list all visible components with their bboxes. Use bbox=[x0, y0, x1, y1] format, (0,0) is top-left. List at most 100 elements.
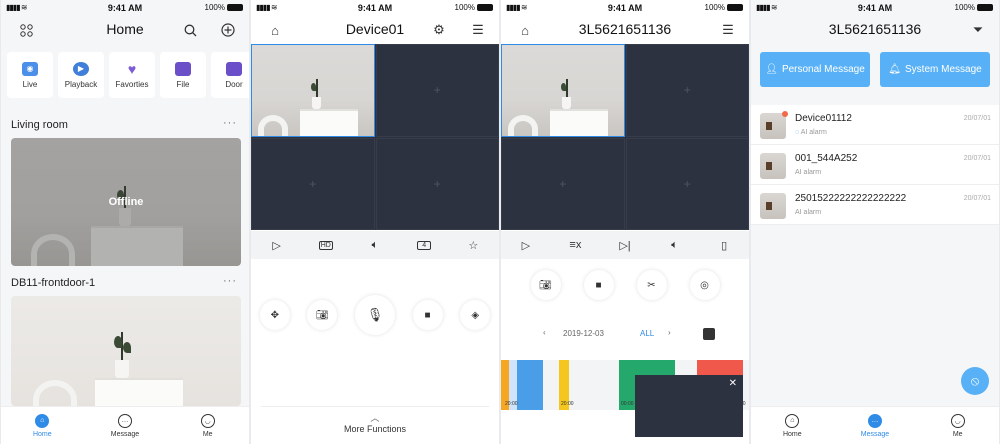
system-message-button[interactable]: 🔔︎ System Message bbox=[880, 52, 990, 87]
video-cell-active[interactable] bbox=[251, 44, 375, 137]
tab-me[interactable]: ◡ Me bbox=[166, 407, 249, 444]
quick-file[interactable]: File bbox=[160, 52, 206, 98]
video-cell-empty[interactable]: + bbox=[625, 137, 749, 230]
volume-icon[interactable]: 🔈︎ bbox=[666, 239, 684, 252]
folder-icon bbox=[175, 61, 191, 76]
message-icon: … bbox=[118, 413, 132, 428]
list-item[interactable]: 25015222222222222222 AI alarm 20/07/01 bbox=[751, 185, 999, 225]
date-label[interactable]: 2019-12-03 bbox=[563, 329, 604, 338]
speed-icon[interactable]: ≡x bbox=[566, 239, 584, 251]
group-title: Living room bbox=[11, 119, 68, 131]
more-options-icon[interactable]: ··· bbox=[223, 275, 237, 287]
split-screen-toggle[interactable]: 4 bbox=[417, 240, 432, 250]
device-list-icon[interactable]: ☰ bbox=[470, 22, 486, 38]
live-view-screen: ▮▮▮▮ ≋ 9:41 AM 100% ⌂ Device01 ⚙ ☰ + + +… bbox=[251, 0, 499, 444]
next-date-icon[interactable]: › bbox=[668, 328, 671, 337]
microphone-icon[interactable]: 🎙︎ bbox=[354, 295, 395, 335]
more-functions-button[interactable]: ︿ More Functions bbox=[261, 406, 489, 444]
play-icon[interactable]: ▷ bbox=[268, 239, 286, 252]
prev-date-icon[interactable]: ‹ bbox=[543, 328, 546, 337]
playback-icon: ▶ bbox=[73, 61, 89, 76]
tab-label: Home bbox=[32, 430, 52, 438]
quick-door[interactable]: Door bbox=[211, 52, 249, 98]
quick-playback[interactable]: ▶ Playback bbox=[58, 52, 104, 98]
landscape-icon[interactable]: ▯ bbox=[715, 239, 733, 252]
quick-favorites[interactable]: ♥ Favorties bbox=[109, 52, 155, 98]
time-label: 00:00 bbox=[621, 401, 634, 407]
camera-card[interactable] bbox=[11, 296, 241, 406]
message-thumbnail bbox=[760, 113, 786, 139]
favorite-star-icon[interactable]: ☆ bbox=[464, 239, 482, 252]
add-channel-icon: + bbox=[433, 176, 441, 191]
page-title: 3L5621651136 bbox=[828, 21, 922, 37]
offline-label: Offline bbox=[108, 196, 144, 208]
add-channel-icon: + bbox=[559, 176, 567, 191]
record-video-icon[interactable]: ■ bbox=[583, 270, 614, 300]
page-title: Home bbox=[106, 21, 144, 37]
video-cell-empty[interactable]: + bbox=[251, 137, 375, 230]
quick-label: Favorties bbox=[115, 79, 149, 89]
add-icon[interactable] bbox=[220, 22, 236, 38]
tab-me[interactable]: ◡ Me bbox=[916, 407, 999, 444]
device-list-icon[interactable]: ☰ bbox=[720, 22, 736, 38]
function-row: 📷︎ ■ ✂ ◎ bbox=[501, 270, 749, 300]
more-options-icon[interactable]: ··· bbox=[223, 117, 237, 129]
quick-label: File bbox=[176, 79, 190, 89]
filter-all[interactable]: ALL bbox=[640, 329, 654, 338]
close-icon[interactable]: ✕ bbox=[729, 378, 737, 389]
video-cell-empty[interactable]: + bbox=[625, 44, 749, 137]
battery-text: 100% bbox=[454, 3, 475, 12]
mute-alarm-button[interactable]: ⦸ bbox=[961, 367, 989, 395]
home-icon: ⌂ bbox=[35, 413, 50, 428]
step-forward-icon[interactable]: ▷| bbox=[616, 239, 634, 252]
fisheye-icon[interactable]: ◎ bbox=[689, 270, 720, 300]
playback-screen: ▮▮▮▮ ≋ 9:41 AM 100% ⌂ 3L5621651136 ☰ + +… bbox=[501, 0, 749, 444]
camera-card-offline[interactable]: Offline bbox=[11, 138, 241, 266]
video-cell-empty[interactable]: + bbox=[501, 137, 625, 230]
hd-toggle[interactable]: HD bbox=[318, 240, 333, 250]
message-device: Device01112 bbox=[795, 113, 852, 124]
message-device: 001_544A252 bbox=[795, 153, 858, 164]
ptz-icon[interactable]: ✥ bbox=[259, 300, 290, 330]
fisheye-icon[interactable]: ◈ bbox=[460, 300, 491, 330]
tab-message[interactable]: … Message bbox=[834, 407, 917, 444]
calendar-icon[interactable] bbox=[703, 328, 715, 340]
snapshot-icon[interactable]: 📷︎ bbox=[307, 300, 338, 330]
clip-scissors-icon[interactable]: ✂ bbox=[636, 270, 667, 300]
filter-icon[interactable]: ⏷ bbox=[970, 22, 986, 38]
settings-icon[interactable]: ⚙ bbox=[431, 22, 447, 38]
message-date: 20/07/01 bbox=[963, 155, 991, 162]
bottom-tab-bar: ⌂ Home … Message ◡ Me bbox=[751, 406, 999, 444]
tab-home[interactable]: ⌂ Home bbox=[751, 407, 834, 444]
floating-video-window[interactable]: ✕ bbox=[635, 375, 743, 437]
list-item[interactable]: Device01112 ◌ AI alarm 20/07/01 bbox=[751, 105, 999, 145]
message-date: 20/07/01 bbox=[963, 195, 991, 202]
personal-message-button[interactable]: 👤︎ Personal Message bbox=[760, 52, 870, 87]
message-type-buttons: 👤︎ Personal Message 🔔︎ System Message bbox=[760, 52, 990, 87]
message-date: 20/07/01 bbox=[963, 115, 991, 122]
tab-message[interactable]: … Message bbox=[84, 407, 167, 444]
tab-home[interactable]: ⌂ Home bbox=[1, 407, 84, 444]
snapshot-icon[interactable]: 📷︎ bbox=[530, 270, 561, 300]
quick-live[interactable]: ◉ Live bbox=[7, 52, 53, 98]
quick-label: Door bbox=[225, 79, 243, 89]
video-cell-empty[interactable]: + bbox=[375, 137, 499, 230]
camera-icon: ◉ bbox=[22, 61, 38, 76]
volume-icon[interactable]: 🔈︎ bbox=[366, 239, 384, 252]
record-video-icon[interactable]: ■ bbox=[412, 300, 443, 330]
unread-dot bbox=[782, 111, 788, 117]
list-item[interactable]: 001_544A252 AI alarm 20/07/01 bbox=[751, 145, 999, 185]
search-icon[interactable] bbox=[182, 22, 198, 38]
message-type: ◌ AI alarm bbox=[795, 129, 827, 136]
message-device: 25015222222222222222 bbox=[795, 193, 907, 204]
function-row: ✥ 📷︎ 🎙︎ ■ ◈ bbox=[251, 294, 499, 336]
status-bar: ▮▮▮▮ ≋ 9:41 AM 100% bbox=[1, 0, 249, 16]
video-cell-empty[interactable]: + bbox=[375, 44, 499, 137]
door-icon bbox=[226, 61, 242, 76]
quick-label: Playback bbox=[64, 79, 98, 89]
message-type: AI alarm bbox=[795, 169, 822, 176]
person-icon: 👤︎ bbox=[765, 64, 778, 75]
video-cell-active[interactable] bbox=[501, 44, 625, 137]
play-icon[interactable]: ▷ bbox=[517, 239, 535, 252]
button-label: System Message bbox=[905, 64, 982, 75]
